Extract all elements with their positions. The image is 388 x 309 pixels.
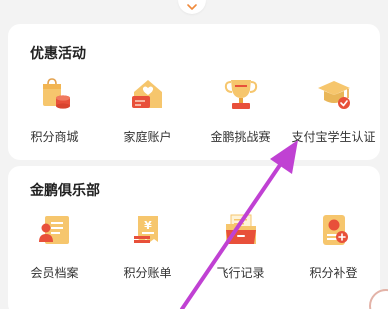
member-profile-icon: [39, 216, 69, 244]
flight-record-entry[interactable]: 飞行记录: [194, 210, 287, 290]
section-title-promotions: 优惠活动: [30, 46, 86, 62]
points-bill-entry[interactable]: ¥ 积分账单: [101, 210, 194, 290]
points-supplement-icon: [323, 215, 348, 245]
alipay-student-verification-label: 支付宝学生认证: [291, 130, 376, 144]
club-card: 金鹏俱乐部 会员档案 ¥ 积分账单 飞行记录 积分补登: [8, 166, 380, 309]
svg-text:¥: ¥: [144, 219, 152, 232]
member-profile-entry[interactable]: 会员档案: [8, 210, 101, 290]
points-bill-label: 积分账单: [123, 266, 172, 280]
member-profile-label: 会员档案: [30, 266, 79, 280]
club-grid: 会员档案 ¥ 积分账单 飞行记录 积分补登: [8, 210, 380, 290]
promotions-card: 优惠活动 积分商城 家庭账户 金鹏挑战赛 支付宝学生认证: [8, 24, 380, 160]
points-supplement-label: 积分补登: [309, 266, 358, 280]
graduation-cap-icon: [318, 81, 350, 109]
family-account-label: 家庭账户: [123, 130, 172, 144]
shopping-bag-coins-icon: [43, 78, 70, 109]
points-bill-icon: ¥: [134, 216, 158, 243]
section-title-club: 金鹏俱乐部: [30, 183, 100, 199]
points-mall-label: 积分商城: [30, 130, 79, 144]
points-mall-entry[interactable]: 积分商城: [8, 74, 101, 154]
family-account-entry[interactable]: 家庭账户: [101, 74, 194, 154]
promotions-grid: 积分商城 家庭账户 金鹏挑战赛 支付宝学生认证: [8, 74, 380, 154]
screen: 优惠活动 积分商城 家庭账户 金鹏挑战赛 支付宝学生认证 金鹏俱乐部 会员档案 …: [0, 0, 388, 309]
alipay-student-verification-entry[interactable]: 支付宝学生认证: [287, 74, 380, 154]
flight-record-label: 飞行记录: [216, 266, 265, 280]
chevron-down-icon: [187, 4, 197, 10]
trophy-icon: [224, 80, 258, 109]
flight-record-folder-icon: [226, 214, 256, 244]
points-supplement-entry[interactable]: 积分补登: [287, 210, 380, 290]
family-house-icon: [132, 80, 162, 108]
collapse-toggle[interactable]: [178, 0, 206, 14]
golden-peng-challenge-entry[interactable]: 金鹏挑战赛: [194, 74, 287, 154]
golden-peng-challenge-label: 金鹏挑战赛: [210, 130, 271, 144]
